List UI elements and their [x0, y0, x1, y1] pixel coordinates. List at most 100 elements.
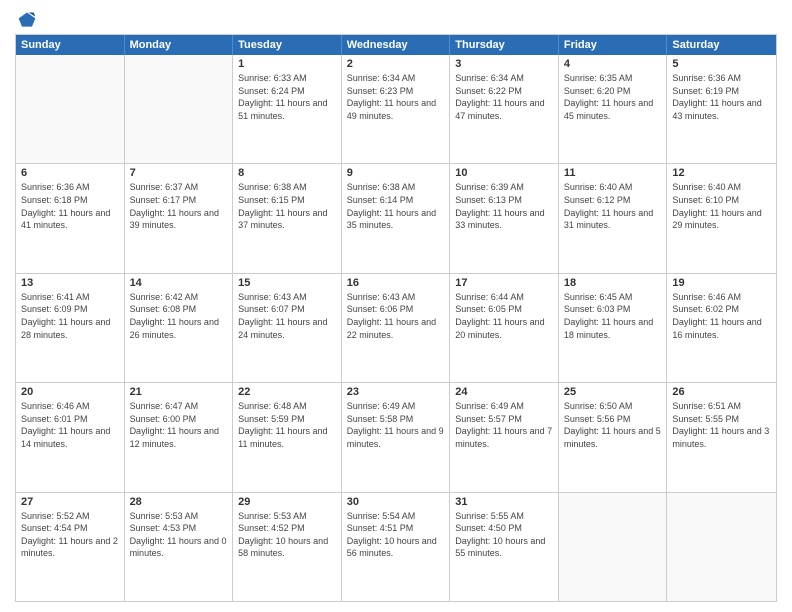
calendar-cell: 22 Sunrise: 6:48 AM Sunset: 5:59 PM Dayli… [233, 383, 342, 491]
calendar-cell: 17Sunrise: 6:44 AM Sunset: 6:05 PM Dayli… [450, 274, 559, 382]
cell-info: Sunrise: 6:34 AM Sunset: 6:23 PM Dayligh… [347, 72, 445, 122]
day-number: 13 [21, 277, 119, 289]
calendar-cell: 28Sunrise: 5:53 AM Sunset: 4:53 PM Dayli… [125, 493, 234, 601]
calendar-cell: 14 Sunrise: 6:42 AM Sunset: 6:08 PM Dayli… [125, 274, 234, 382]
day-number: 5 [672, 58, 771, 70]
calendar-cell: 9 Sunrise: 6:38 AM Sunset: 6:14 PM Daylig… [342, 164, 451, 272]
day-number: 22 [238, 386, 336, 398]
header-day-wednesday: Wednesday [342, 35, 451, 55]
calendar-cell: 6 Sunrise: 6:36 AM Sunset: 6:18 PM Daylig… [16, 164, 125, 272]
cell-info: Sunrise: 6:46 AM Sunset: 6:01 PM Dayligh… [21, 400, 119, 450]
calendar-cell [667, 493, 776, 601]
calendar-cell: 26 Sunrise: 6:51 AM Sunset: 5:55 PM Dayli… [667, 383, 776, 491]
day-number: 8 [238, 167, 336, 179]
calendar-cell: 18 Sunrise: 6:45 AM Sunset: 6:03 PM Dayli… [559, 274, 668, 382]
calendar-cell: 12 Sunrise: 6:40 AM Sunset: 6:10 PM Dayli… [667, 164, 776, 272]
calendar-cell: 7 Sunrise: 6:37 AM Sunset: 6:17 PM Daylig… [125, 164, 234, 272]
calendar-cell: 3 Sunrise: 6:34 AM Sunset: 6:22 PM Daylig… [450, 55, 559, 163]
calendar-cell: 15 Sunrise: 6:43 AM Sunset: 6:07 PM Dayli… [233, 274, 342, 382]
calendar: SundayMondayTuesdayWednesdayThursdayFrid… [15, 34, 777, 602]
calendar-header: SundayMondayTuesdayWednesdayThursdayFrid… [16, 35, 776, 55]
cell-info: Sunrise: 5:54 AM Sunset: 4:51 PM Dayligh… [347, 510, 445, 560]
logo-icon [17, 10, 37, 30]
cell-info: Sunrise: 6:40 AM Sunset: 6:10 PM Dayligh… [672, 181, 771, 231]
calendar-row-3: 13Sunrise: 6:41 AM Sunset: 6:09 PM Dayli… [16, 274, 776, 383]
cell-info: Sunrise: 6:34 AM Sunset: 6:22 PM Dayligh… [455, 72, 553, 122]
cell-info: Sunrise: 6:39 AM Sunset: 6:13 PM Dayligh… [455, 181, 553, 231]
cell-info: Sunrise: 6:49 AM Sunset: 5:57 PM Dayligh… [455, 400, 553, 450]
day-number: 16 [347, 277, 445, 289]
day-number: 17 [455, 277, 553, 289]
calendar-cell: 5 Sunrise: 6:36 AM Sunset: 6:19 PM Daylig… [667, 55, 776, 163]
calendar-cell: 23Sunrise: 6:49 AM Sunset: 5:58 PM Dayli… [342, 383, 451, 491]
day-number: 14 [130, 277, 228, 289]
day-number: 7 [130, 167, 228, 179]
cell-info: Sunrise: 6:43 AM Sunset: 6:06 PM Dayligh… [347, 291, 445, 341]
calendar-page: SundayMondayTuesdayWednesdayThursdayFrid… [0, 0, 792, 612]
day-number: 18 [564, 277, 662, 289]
day-number: 26 [672, 386, 771, 398]
header-day-sunday: Sunday [16, 35, 125, 55]
day-number: 12 [672, 167, 771, 179]
day-number: 15 [238, 277, 336, 289]
cell-info: Sunrise: 6:51 AM Sunset: 5:55 PM Dayligh… [672, 400, 771, 450]
day-number: 29 [238, 496, 336, 508]
calendar-cell: 13Sunrise: 6:41 AM Sunset: 6:09 PM Dayli… [16, 274, 125, 382]
cell-info: Sunrise: 6:48 AM Sunset: 5:59 PM Dayligh… [238, 400, 336, 450]
cell-info: Sunrise: 6:43 AM Sunset: 6:07 PM Dayligh… [238, 291, 336, 341]
calendar-cell: 27 Sunrise: 5:52 AM Sunset: 4:54 PM Dayli… [16, 493, 125, 601]
header-day-monday: Monday [125, 35, 234, 55]
cell-info: Sunrise: 6:50 AM Sunset: 5:56 PM Dayligh… [564, 400, 662, 450]
calendar-cell: 16 Sunrise: 6:43 AM Sunset: 6:06 PM Dayli… [342, 274, 451, 382]
calendar-cell: 10Sunrise: 6:39 AM Sunset: 6:13 PM Dayli… [450, 164, 559, 272]
day-number: 19 [672, 277, 771, 289]
day-number: 20 [21, 386, 119, 398]
day-number: 31 [455, 496, 553, 508]
day-number: 27 [21, 496, 119, 508]
calendar-row-2: 6 Sunrise: 6:36 AM Sunset: 6:18 PM Daylig… [16, 164, 776, 273]
cell-info: Sunrise: 5:55 AM Sunset: 4:50 PM Dayligh… [455, 510, 553, 560]
day-number: 21 [130, 386, 228, 398]
cell-info: Sunrise: 5:52 AM Sunset: 4:54 PM Dayligh… [21, 510, 119, 560]
cell-info: Sunrise: 5:53 AM Sunset: 4:52 PM Dayligh… [238, 510, 336, 560]
cell-info: Sunrise: 6:46 AM Sunset: 6:02 PM Dayligh… [672, 291, 771, 341]
day-number: 3 [455, 58, 553, 70]
cell-info: Sunrise: 6:38 AM Sunset: 6:14 PM Dayligh… [347, 181, 445, 231]
cell-info: Sunrise: 6:35 AM Sunset: 6:20 PM Dayligh… [564, 72, 662, 122]
calendar-cell: 1 Sunrise: 6:33 AM Sunset: 6:24 PM Daylig… [233, 55, 342, 163]
calendar-cell: 20 Sunrise: 6:46 AM Sunset: 6:01 PM Dayli… [16, 383, 125, 491]
cell-info: Sunrise: 6:37 AM Sunset: 6:17 PM Dayligh… [130, 181, 228, 231]
calendar-cell: 29 Sunrise: 5:53 AM Sunset: 4:52 PM Dayli… [233, 493, 342, 601]
header [15, 10, 777, 26]
day-number: 9 [347, 167, 445, 179]
calendar-row-5: 27 Sunrise: 5:52 AM Sunset: 4:54 PM Dayli… [16, 493, 776, 601]
day-number: 6 [21, 167, 119, 179]
day-number: 11 [564, 167, 662, 179]
calendar-cell: 21Sunrise: 6:47 AM Sunset: 6:00 PM Dayli… [125, 383, 234, 491]
calendar-cell [16, 55, 125, 163]
header-day-saturday: Saturday [667, 35, 776, 55]
day-number: 1 [238, 58, 336, 70]
calendar-cell [125, 55, 234, 163]
cell-info: Sunrise: 6:42 AM Sunset: 6:08 PM Dayligh… [130, 291, 228, 341]
cell-info: Sunrise: 6:49 AM Sunset: 5:58 PM Dayligh… [347, 400, 445, 450]
day-number: 30 [347, 496, 445, 508]
cell-info: Sunrise: 6:33 AM Sunset: 6:24 PM Dayligh… [238, 72, 336, 122]
header-day-tuesday: Tuesday [233, 35, 342, 55]
calendar-cell: 4 Sunrise: 6:35 AM Sunset: 6:20 PM Daylig… [559, 55, 668, 163]
calendar-cell: 11Sunrise: 6:40 AM Sunset: 6:12 PM Dayli… [559, 164, 668, 272]
calendar-cell: 25 Sunrise: 6:50 AM Sunset: 5:56 PM Dayli… [559, 383, 668, 491]
cell-info: Sunrise: 6:45 AM Sunset: 6:03 PM Dayligh… [564, 291, 662, 341]
calendar-cell: 2Sunrise: 6:34 AM Sunset: 6:23 PM Daylig… [342, 55, 451, 163]
day-number: 4 [564, 58, 662, 70]
day-number: 25 [564, 386, 662, 398]
cell-info: Sunrise: 6:36 AM Sunset: 6:18 PM Dayligh… [21, 181, 119, 231]
cell-info: Sunrise: 6:36 AM Sunset: 6:19 PM Dayligh… [672, 72, 771, 122]
calendar-row-4: 20 Sunrise: 6:46 AM Sunset: 6:01 PM Dayli… [16, 383, 776, 492]
calendar-row-1: 1 Sunrise: 6:33 AM Sunset: 6:24 PM Daylig… [16, 55, 776, 164]
calendar-cell: 30 Sunrise: 5:54 AM Sunset: 4:51 PM Dayli… [342, 493, 451, 601]
header-day-friday: Friday [559, 35, 668, 55]
cell-info: Sunrise: 6:38 AM Sunset: 6:15 PM Dayligh… [238, 181, 336, 231]
calendar-cell: 31 Sunrise: 5:55 AM Sunset: 4:50 PM Dayli… [450, 493, 559, 601]
day-number: 28 [130, 496, 228, 508]
